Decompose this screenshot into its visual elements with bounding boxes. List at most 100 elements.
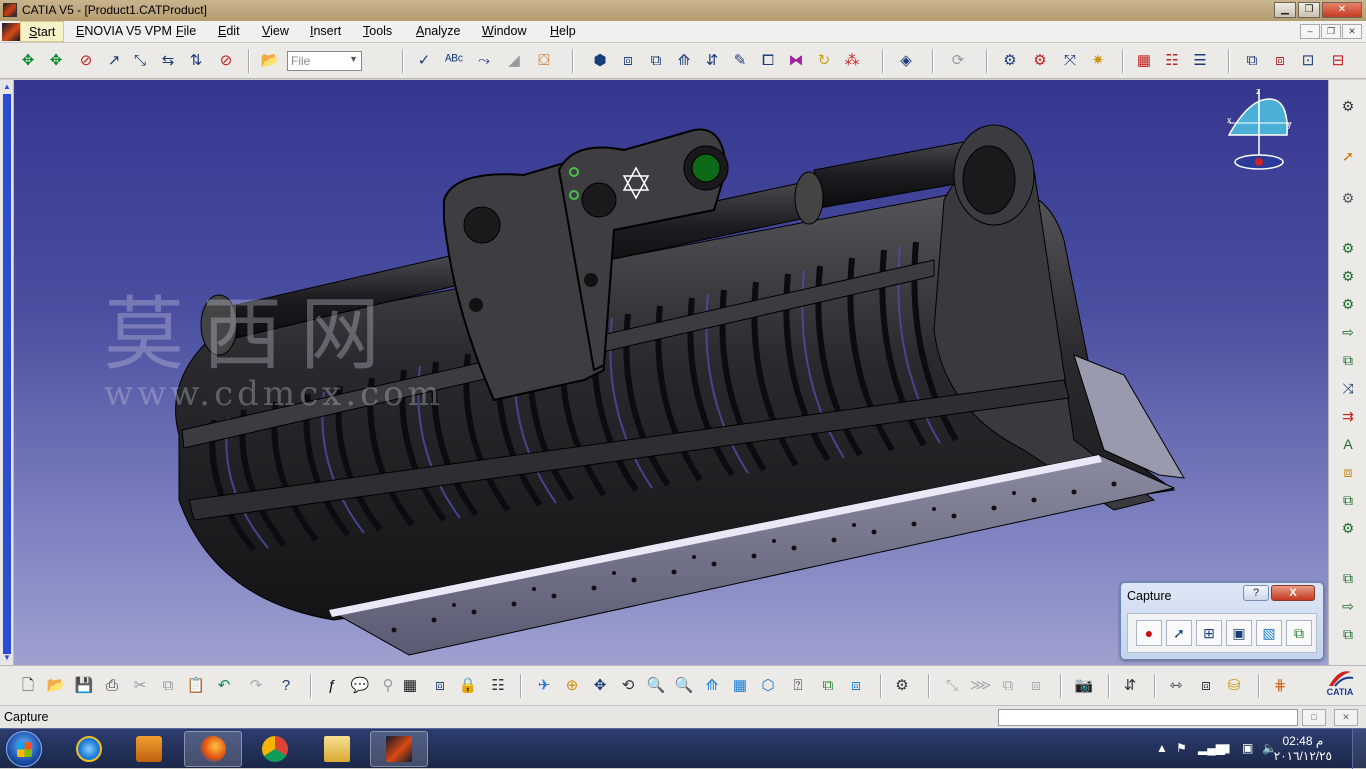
flag-icon[interactable]: ⚑ — [1176, 741, 1187, 755]
graph-tree-icon[interactable]: ☰ — [1190, 51, 1210, 71]
fix-icon[interactable]: ⊘ — [216, 51, 236, 71]
spaceing-icon[interactable]: ⚙ — [1338, 518, 1358, 538]
select-mode-icon[interactable]: ➚ — [1166, 620, 1192, 646]
paste-icon[interactable]: 📋 — [186, 676, 206, 696]
update-icon[interactable]: ↻ — [814, 51, 834, 71]
capture-settings-icon[interactable]: ⧉ — [1286, 620, 1312, 646]
flag-note-icon[interactable]: ⤳ — [474, 51, 494, 71]
copy-icon[interactable]: ⧉ — [158, 676, 178, 696]
scene-icon[interactable]: ⧉ — [1338, 568, 1358, 588]
show-hidden-icons-icon[interactable]: ▲ — [1156, 741, 1168, 755]
taskbar-media[interactable] — [120, 731, 178, 767]
component-icon[interactable]: ⧈ — [618, 51, 638, 71]
change-constraint-icon[interactable]: ⧉ — [1338, 350, 1358, 370]
taskbar-explorer[interactable] — [308, 731, 366, 767]
text-abc-icon[interactable]: ᴬᴮᶜ — [444, 51, 464, 71]
zoom-out-icon[interactable]: 🔍 — [674, 676, 694, 696]
save-icon[interactable]: 💾 — [74, 676, 94, 696]
vertical-scrollbar[interactable]: ▲ ▼ — [0, 80, 14, 665]
menu-enovia[interactable]: ENOVIA V5 VPM — [76, 24, 172, 38]
capture-help-button[interactable]: ? — [1243, 585, 1269, 601]
camera-capture-icon[interactable]: 📷 — [1074, 676, 1094, 696]
capture-close-button[interactable]: X — [1271, 585, 1315, 601]
menu-tools[interactable]: Tools — [363, 24, 392, 38]
menu-view[interactable]: View — [262, 24, 289, 38]
menu-window[interactable]: Window — [482, 24, 526, 38]
measure-icon[interactable]: ⧠ — [758, 51, 778, 71]
fly-mode-icon[interactable]: ✈ — [534, 676, 554, 696]
scroll-thumb[interactable] — [3, 94, 11, 654]
measure-inertia-icon[interactable]: ⛁ — [1224, 676, 1244, 696]
doc-restore-button[interactable]: ❐ — [1321, 24, 1341, 39]
command-input[interactable] — [998, 709, 1298, 726]
album-icon[interactable]: ▧ — [1256, 620, 1282, 646]
annotation-icon[interactable]: ✓ — [414, 51, 434, 71]
select-gear-icon[interactable]: ⚙ — [1338, 188, 1358, 208]
design-table-icon[interactable]: ▦ — [400, 676, 420, 696]
network-icon[interactable]: ▣ — [1242, 741, 1253, 755]
file-combo-box[interactable]: File ▼ — [287, 51, 362, 71]
open-folder-icon[interactable]: 📂 — [260, 51, 280, 71]
rotate-icon[interactable]: ⟲ — [618, 676, 638, 696]
scroll-up-arrow-icon[interactable]: ▲ — [2, 82, 12, 92]
menu-analyze[interactable]: Analyze — [416, 24, 460, 38]
assembly-feature-icon[interactable]: ⧉ — [1242, 51, 1262, 71]
catalog-icon[interactable]: ◈ — [896, 51, 916, 71]
catia-app-icon[interactable] — [3, 3, 17, 17]
replace-component-icon[interactable]: ⇵ — [702, 51, 722, 71]
offset-icon[interactable]: ⇅ — [186, 51, 206, 71]
status-close-button[interactable]: ✕ — [1334, 709, 1358, 726]
menu-file[interactable]: File — [176, 24, 196, 38]
swap-visible-space-icon[interactable]: ⧈ — [846, 676, 866, 696]
show-desktop-button[interactable] — [1352, 729, 1366, 769]
normal-view-icon[interactable]: ⟰ — [702, 676, 722, 696]
whats-this-icon[interactable]: ? — [276, 676, 296, 696]
update-all-icon[interactable]: ⇵ — [1120, 676, 1140, 696]
3d-viewport[interactable]: 莫西网 www.cdmcx.com z x y — [14, 80, 1328, 665]
clash-analysis-icon[interactable]: ⧉ — [998, 676, 1018, 696]
record-icon[interactable]: ● — [1136, 620, 1162, 646]
part-icon[interactable]: ⬢ — [590, 51, 610, 71]
print-icon[interactable]: ⎙ — [102, 676, 122, 696]
select-arrow-icon[interactable]: ➚ — [1338, 146, 1358, 166]
grid-icon[interactable]: ⋕ — [1270, 676, 1290, 696]
distance-icon[interactable]: ⧈ — [1026, 676, 1046, 696]
constraint-icon[interactable]: ⚙ — [1338, 238, 1358, 258]
coincidence-icon[interactable]: ⤡ — [130, 51, 150, 71]
formula-icon[interactable]: ƒ — [322, 676, 342, 696]
pan-icon[interactable]: ✥ — [590, 676, 610, 696]
maximize-button[interactable]: ❐ — [1298, 2, 1320, 18]
move-icon[interactable]: ⇨ — [1338, 596, 1358, 616]
section-icon[interactable]: ⛋ — [534, 51, 554, 71]
quick-constraint-icon[interactable]: ⚙ — [1338, 294, 1358, 314]
menu-insert[interactable]: Insert — [310, 24, 341, 38]
hide-show-icon[interactable]: ⧉ — [818, 676, 838, 696]
reuse-pattern-icon[interactable]: ⤨ — [1338, 378, 1358, 398]
compare-icon[interactable]: ⋙ — [970, 676, 991, 696]
generate-icon[interactable]: ⧉ — [1338, 624, 1358, 644]
new-file-icon[interactable]: 🗋 — [18, 676, 38, 696]
doc-close-button[interactable]: ✕ — [1342, 24, 1362, 39]
lock-icon[interactable]: 🔒 — [458, 676, 478, 696]
capture-options-icon[interactable]: ⊞ — [1196, 620, 1222, 646]
open-file-icon[interactable]: 📂 — [46, 676, 66, 696]
menu-start[interactable]: Start — [20, 21, 65, 42]
annotate-icon[interactable]: ⧈ — [1338, 462, 1358, 482]
taskbar-ie[interactable] — [60, 731, 118, 767]
isometric-view-icon[interactable]: ⬡ — [758, 676, 778, 696]
gear-icon[interactable]: ⚙ — [1338, 96, 1358, 116]
product-icon[interactable]: ⧉ — [646, 51, 666, 71]
taskbar-chrome[interactable] — [246, 731, 304, 767]
reorder-icon[interactable]: ☷ — [1162, 51, 1182, 71]
contact-icon[interactable]: ⇆ — [158, 51, 178, 71]
measure-item-icon[interactable]: ⧈ — [1196, 676, 1216, 696]
compass-widget[interactable]: z x y — [1219, 85, 1299, 175]
properties-icon[interactable]: ☷ — [488, 676, 508, 696]
tools-gear-icon[interactable]: ⚙ — [892, 676, 912, 696]
clash-icon[interactable]: ⚙ — [1000, 51, 1020, 71]
comment-icon[interactable]: 💬 — [350, 676, 370, 696]
taskbar-catia[interactable] — [370, 731, 428, 767]
status-window-button[interactable]: □ — [1302, 709, 1326, 726]
analysis-icon[interactable]: ⤡ — [942, 676, 962, 696]
flexible-rigid-icon[interactable]: ⇨ — [1338, 322, 1358, 342]
